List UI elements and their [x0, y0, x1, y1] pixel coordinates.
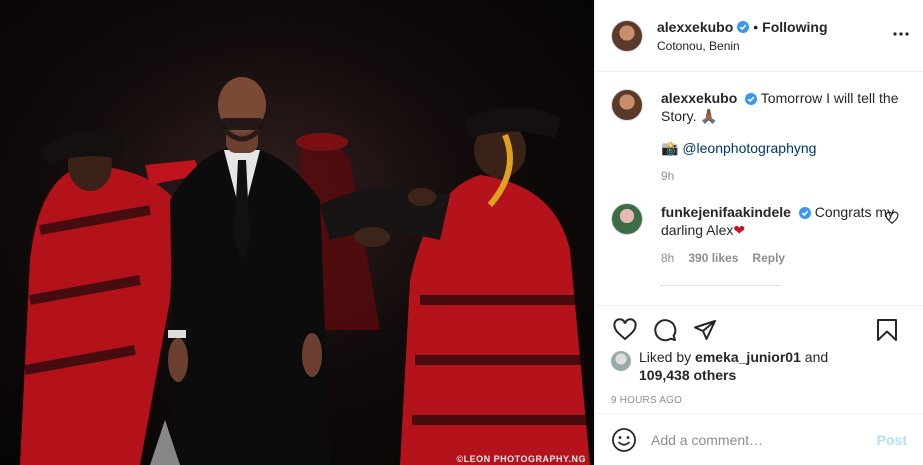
next-comment-partial — [661, 285, 781, 291]
caption-emoji: 🙏🏾 — [700, 108, 718, 124]
liked-by-prefix: Liked by — [639, 349, 696, 365]
author-avatar[interactable] — [611, 19, 643, 52]
header-separator: • — [753, 18, 759, 35]
comment-like-heart-icon[interactable] — [885, 211, 899, 225]
commenter-avatar[interactable] — [611, 203, 643, 235]
comment-body: funkejenifaakindele Congrats my darling … — [661, 203, 901, 267]
red-heart-emoji: ❤ — [733, 222, 746, 238]
post-timestamp: 9 HOURS AGO — [611, 395, 683, 406]
verified-badge-icon — [798, 207, 811, 220]
graduation-photo-illustration — [0, 0, 594, 465]
liker-username[interactable]: emeka_junior01 — [695, 349, 801, 365]
caption-meta: 9h — [661, 167, 901, 185]
caption-time: 9h — [661, 169, 675, 183]
header-name-row: alexxekubo • Following — [657, 19, 828, 35]
caption: alexxekubo Tomorrow I will tell the Stor… — [611, 89, 907, 185]
camera-emoji: 📸 — [661, 140, 679, 156]
likes-text: Liked by emeka_junior01 and 109,438 othe… — [639, 348, 828, 384]
photographer-mention[interactable]: @leonphotographyng — [682, 140, 816, 156]
emoji-icon[interactable] — [611, 427, 637, 453]
caption-text-line: alexxekubo Tomorrow I will tell the Stor… — [661, 89, 901, 125]
liker-avatar[interactable] — [611, 351, 631, 371]
add-comment-input[interactable] — [651, 431, 877, 448]
post-header: alexxekubo • Following Cotonou, Benin — [595, 0, 923, 72]
comment-text-line: funkejenifaakindele Congrats my darling … — [661, 203, 901, 239]
paper-plane-icon[interactable] — [691, 316, 719, 344]
header-text: alexxekubo • Following Cotonou, Benin — [657, 19, 828, 53]
bookmark-icon[interactable] — [873, 316, 901, 344]
commenter-username[interactable]: funkejenifaakindele — [661, 204, 791, 220]
photo-watermark: ©LEON PHOTOGRAPHY.NG — [456, 454, 586, 464]
add-comment-bar: Post — [595, 413, 923, 465]
caption-username[interactable]: alexxekubo — [661, 90, 737, 106]
likes-others-count[interactable]: 109,438 others — [639, 367, 736, 383]
author-username[interactable]: alexxekubo — [657, 19, 733, 35]
reply-button[interactable]: Reply — [752, 249, 785, 267]
post-details-panel: alexxekubo • Following Cotonou, Benin al… — [594, 0, 923, 465]
comment-icon[interactable] — [651, 316, 679, 344]
caption-body: alexxekubo Tomorrow I will tell the Stor… — [661, 89, 901, 185]
post-location[interactable]: Cotonou, Benin — [657, 39, 828, 53]
post-comment-button[interactable]: Post — [877, 432, 907, 448]
verified-badge-icon — [745, 93, 758, 106]
likes-and: and — [800, 349, 829, 365]
comments-section[interactable]: alexxekubo Tomorrow I will tell the Stor… — [595, 73, 923, 305]
instagram-post: ©LEON PHOTOGRAPHY.NG alexxekubo • Follow… — [0, 0, 923, 465]
following-button[interactable]: Following — [762, 19, 827, 35]
caption-avatar[interactable] — [611, 89, 643, 121]
caption-credit: 📸 @leonphotographyng — [661, 139, 901, 157]
comment-time: 8h — [661, 251, 675, 265]
verified-badge-icon — [737, 20, 750, 33]
more-options-icon[interactable] — [889, 22, 913, 46]
post-photo[interactable]: ©LEON PHOTOGRAPHY.NG — [0, 0, 594, 465]
likes-summary: Liked by emeka_junior01 and 109,438 othe… — [611, 348, 907, 384]
comment-likes[interactable]: 390 likes — [688, 249, 738, 267]
comment-item: funkejenifaakindele Congrats my darling … — [611, 203, 907, 267]
heart-icon[interactable] — [611, 316, 639, 344]
comment-meta: 8h 390 likes Reply — [661, 249, 901, 267]
